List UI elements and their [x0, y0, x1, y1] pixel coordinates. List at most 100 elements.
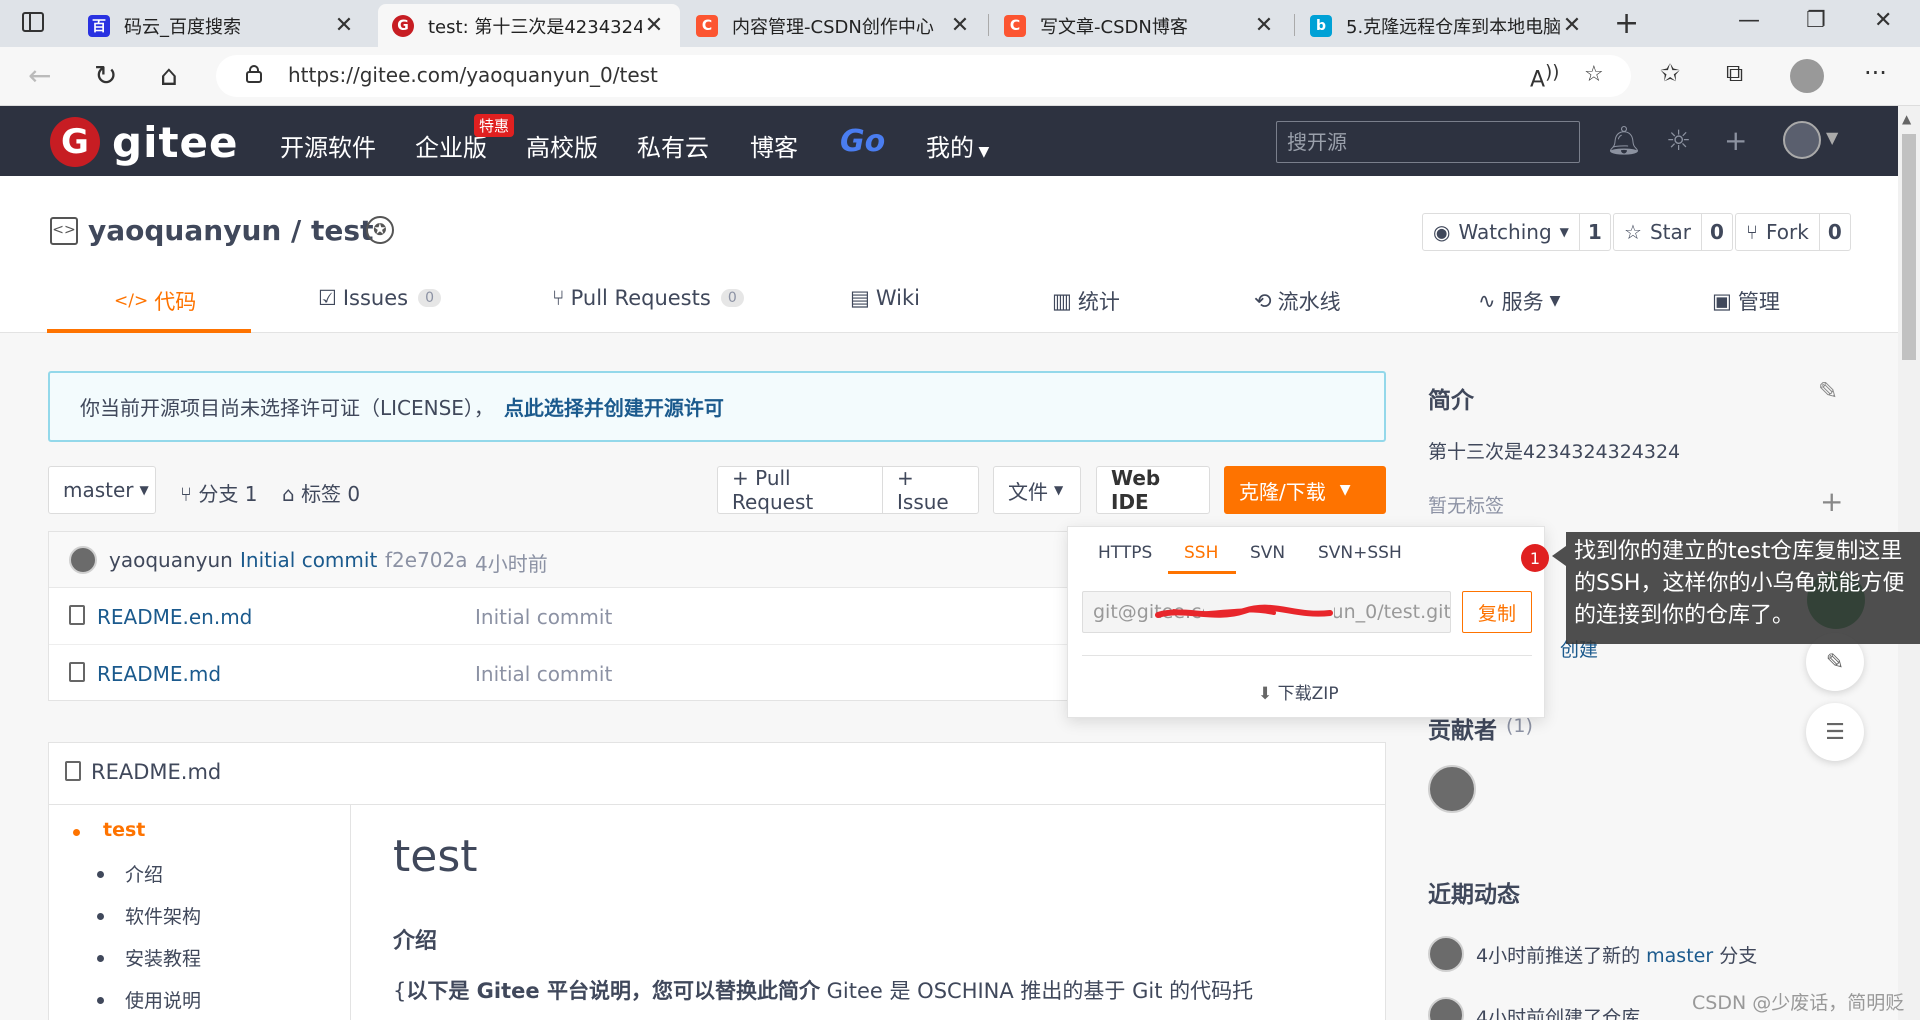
- minimize-icon[interactable]: —: [1738, 8, 1760, 33]
- commit-hash[interactable]: f2e702a: [385, 548, 468, 572]
- chat-icon[interactable]: ☰: [1806, 703, 1864, 761]
- fork-icon: ⑂: [1746, 220, 1758, 244]
- service-icon: ∿: [1478, 289, 1496, 313]
- plus-icon[interactable]: +: [1724, 124, 1747, 157]
- new-issue-button[interactable]: + Issue: [882, 466, 979, 514]
- nav-blog[interactable]: 博客: [750, 128, 798, 163]
- chevron-down-icon[interactable]: ▼: [1826, 128, 1838, 147]
- tab-wiki[interactable]: ▤ Wiki: [850, 286, 920, 310]
- activity-heading: 近期动态: [1428, 882, 1520, 908]
- tab-code[interactable]: </> 代码: [114, 286, 196, 316]
- add-tag-icon[interactable]: +: [1820, 485, 1843, 518]
- file-commit-message[interactable]: Initial commit: [475, 662, 612, 686]
- toc-item[interactable]: 介绍: [125, 860, 163, 887]
- toc-item[interactable]: 软件架构: [125, 902, 201, 929]
- file-menu-button[interactable]: 文件 ▼: [993, 466, 1081, 514]
- tab-stats[interactable]: ▥ 统计: [1052, 286, 1120, 316]
- toc-bullet: [97, 955, 104, 962]
- tab-manage[interactable]: ▣ 管理: [1712, 286, 1780, 316]
- hot-badge: 特惠: [474, 114, 515, 137]
- nav-education[interactable]: 高校版: [526, 128, 598, 163]
- nav-open-source[interactable]: 开源软件: [280, 128, 376, 163]
- collections-icon[interactable]: ⧉: [1726, 59, 1743, 87]
- main-content: 你当前开源项目尚未选择许可证（LICENSE）， 点此选择并创建开源许可 mas…: [0, 333, 1898, 1020]
- star-button[interactable]: ☆ Star 0: [1613, 213, 1733, 251]
- branch-select[interactable]: master ▼: [48, 466, 156, 514]
- copy-button[interactable]: 复制: [1462, 591, 1532, 633]
- tab-service[interactable]: ∿ 服务 ▼: [1478, 286, 1560, 316]
- home-icon[interactable]: ⌂: [160, 59, 178, 92]
- watch-button[interactable]: ◉ Watching ▼ 1: [1422, 213, 1611, 251]
- edit-icon[interactable]: ✎: [1818, 377, 1838, 405]
- tab-svn[interactable]: SVN: [1250, 543, 1285, 563]
- web-ide-button[interactable]: Web IDE: [1096, 466, 1210, 514]
- tab-pipeline[interactable]: ⟲ 流水线: [1254, 286, 1341, 316]
- clone-download-button[interactable]: 克隆/下载 ▼: [1224, 466, 1386, 514]
- browser-tab-baidu[interactable]: 百 码云_百度搜索 ✕: [74, 4, 370, 47]
- avatar[interactable]: [1428, 936, 1464, 972]
- maximize-icon[interactable]: ❐: [1806, 8, 1826, 33]
- browser-tab-bilibili[interactable]: b 5.克隆远程仓库到本地电脑 ✕: [1296, 4, 1598, 47]
- lightbulb-icon[interactable]: ☼: [1666, 124, 1691, 157]
- tab-ssh[interactable]: SSH: [1184, 543, 1218, 563]
- more-menu-icon[interactable]: ···: [1864, 59, 1887, 87]
- toc-item[interactable]: test: [103, 819, 145, 841]
- contributor-avatar[interactable]: [1428, 765, 1476, 813]
- pull-request-button[interactable]: + Pull Request: [717, 466, 883, 514]
- tab-https[interactable]: HTTPS: [1098, 543, 1152, 563]
- toc-bullet: [97, 913, 104, 920]
- tab-pull-requests[interactable]: ⑂ Pull Requests 0: [552, 286, 744, 310]
- avatar[interactable]: [69, 546, 97, 574]
- annotation-tooltip: 找到你的建立的test仓库复制这里的SSH，这样你的小乌龟就能方便的连接到你的仓…: [1552, 532, 1920, 644]
- lock-icon: [246, 65, 262, 83]
- gitee-logo[interactable]: G gitee: [50, 117, 239, 167]
- tab-svn-ssh[interactable]: SVN+SSH: [1318, 543, 1402, 563]
- back-icon[interactable]: ←: [28, 59, 51, 92]
- nav-private-cloud[interactable]: 私有云: [637, 128, 709, 163]
- file-name[interactable]: README.md: [97, 662, 221, 686]
- search-input[interactable]: [1276, 121, 1580, 163]
- browser-tab-csdn-manage[interactable]: C 内容管理-CSDN创作中心 ✕: [682, 4, 986, 47]
- badge-icon[interactable]: ✪: [366, 216, 394, 244]
- toc-item[interactable]: 安装教程: [125, 944, 201, 971]
- license-link[interactable]: 点此选择并创建开源许可: [504, 392, 724, 421]
- read-aloud-icon[interactable]: A)): [1530, 62, 1559, 92]
- refresh-icon[interactable]: ↻: [94, 59, 117, 92]
- add-favorite-icon[interactable]: ☆: [1584, 62, 1604, 87]
- repo-title[interactable]: yaoquanyun / test: [88, 214, 373, 247]
- new-tab-icon[interactable]: +: [1614, 6, 1639, 41]
- close-icon[interactable]: ✕: [1252, 13, 1276, 38]
- file-name[interactable]: README.en.md: [97, 605, 252, 629]
- window-close-icon[interactable]: ✕: [1874, 8, 1892, 33]
- commit-message[interactable]: Initial commit: [240, 548, 377, 572]
- close-icon[interactable]: ✕: [948, 13, 972, 38]
- browser-tab-csdn-write[interactable]: C 写文章-CSDN博客 ✕: [990, 4, 1290, 47]
- close-icon[interactable]: ✕: [642, 13, 666, 38]
- bell-icon[interactable]: 🔔︎: [1606, 124, 1642, 157]
- avatar[interactable]: [1428, 997, 1464, 1020]
- url-field[interactable]: https://gitee.com/yaoquanyun_0/test A)) …: [216, 55, 1631, 97]
- file-commit-message[interactable]: Initial commit: [475, 605, 612, 629]
- favorites-icon[interactable]: ✩: [1660, 59, 1680, 87]
- branches-link[interactable]: ⑂ 分支 1: [180, 478, 257, 507]
- eye-icon: ◉: [1433, 220, 1451, 244]
- tab-issues[interactable]: ☑ Issues 0: [318, 286, 441, 310]
- nav-mine[interactable]: 我的 ▼: [926, 128, 989, 163]
- scrollbar-thumb[interactable]: [1902, 134, 1916, 360]
- browser-tab-gitee[interactable]: G test: 第十三次是42343243 ✕: [378, 4, 680, 47]
- star-icon: ☆: [1624, 220, 1642, 244]
- user-avatar[interactable]: [1783, 121, 1821, 159]
- nav-go[interactable]: Go: [840, 124, 885, 159]
- close-icon[interactable]: ✕: [1560, 13, 1584, 38]
- scroll-up-icon[interactable]: ▲: [1902, 112, 1911, 126]
- commit-author[interactable]: yaoquanyun: [109, 548, 233, 572]
- profile-avatar[interactable]: [1790, 59, 1824, 93]
- fork-button[interactable]: ⑂ Fork 0: [1735, 213, 1851, 251]
- toc-item[interactable]: 使用说明: [125, 986, 201, 1013]
- close-icon[interactable]: ✕: [332, 13, 356, 38]
- download-zip-link[interactable]: ⬇ 下载ZIP: [1258, 679, 1339, 704]
- tab-actions-icon[interactable]: [22, 12, 44, 32]
- tags-link[interactable]: ⌂ 标签 0: [282, 478, 360, 507]
- branch-link[interactable]: master: [1646, 945, 1713, 967]
- tab-separator: [1294, 14, 1295, 36]
